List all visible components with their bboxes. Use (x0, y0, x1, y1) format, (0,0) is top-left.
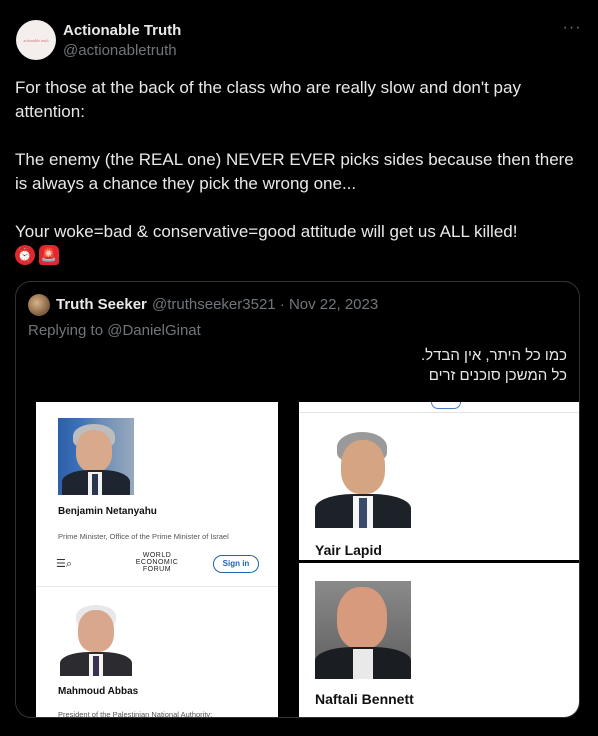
lapid-card: Yair Lapid (299, 402, 579, 560)
more-icon[interactable]: ··· (560, 20, 584, 42)
wef-logo-line-3: FORUM (142, 566, 172, 573)
quote-author-handle-date: @truthseeker3521 · Nov 22, 2023 (152, 296, 379, 313)
author-name[interactable]: Actionable Truth (63, 22, 181, 39)
left-person-1-title: Prime Minister, Office of the Prime Mini… (58, 532, 229, 541)
post-text-paragraph-3: Your woke=bad & conservative=good attitu… (15, 222, 518, 241)
quote-text: כמו כל היתר, אין הבדל. כל המשכן סוכנים ז… (421, 346, 567, 386)
avatar-text: actionable truth (23, 37, 49, 43)
quote-replying-to: Replying to @DanielGinat (28, 322, 201, 339)
quote-author-avatar (28, 294, 50, 316)
quote-text-line-1: כמו כל היתר, אין הבדל. (420, 347, 567, 364)
left-screenshot-panel: Benjamin Netanyahu Prime Minister, Offic… (36, 402, 278, 718)
quote-author-name: Truth Seeker (56, 296, 147, 313)
wef-logo-line-1: WORLD (142, 552, 172, 559)
netanyahu-photo (58, 418, 134, 495)
post-text-paragraph-2: The enemy (the REAL one) NEVER EVER pick… (15, 150, 574, 193)
menu-search-icon: ☰⌕ (56, 558, 73, 570)
lapid-photo (315, 430, 411, 528)
post: actionable truth Actionable Truth @actio… (0, 0, 598, 736)
author-handle[interactable]: @actionabletruth (63, 42, 177, 59)
sign-in-button: Sign in (213, 555, 259, 573)
quoted-post[interactable]: Truth Seeker @truthseeker3521 · Nov 22, … (15, 281, 580, 718)
left-person-1-name: Benjamin Netanyahu (58, 506, 157, 517)
left-person-2-title: President of the Palestinian National Au… (58, 710, 213, 718)
alarm-clock-emoji: ⏰ (15, 245, 35, 265)
bennett-card: Naftali Bennett (299, 563, 579, 717)
wef-logo-line-2: ECONOMIC (135, 559, 179, 566)
right-person-2-name: Naftali Bennett (315, 691, 414, 707)
bennett-photo (315, 581, 411, 679)
right-person-1-name: Yair Lapid (315, 542, 382, 558)
post-text-paragraph-1: For those at the back of the class who a… (15, 78, 521, 121)
post-text: For those at the back of the class who a… (15, 76, 580, 265)
quote-image[interactable]: Benjamin Netanyahu Prime Minister, Offic… (36, 402, 579, 718)
police-light-emoji: 🚨 (39, 245, 59, 265)
left-person-2-name: Mahmoud Abbas (58, 686, 139, 697)
left-panel-divider (36, 586, 278, 587)
author-avatar[interactable]: actionable truth (16, 20, 56, 60)
abbas-photo (58, 600, 134, 676)
wef-logo: WORLD ECONOMIC FORUM (134, 552, 180, 573)
right-screenshot-panel: Yair Lapid Naftali Bennett (299, 402, 579, 717)
quote-text-line-2: כל המשכן סוכנים זרים (428, 367, 567, 384)
